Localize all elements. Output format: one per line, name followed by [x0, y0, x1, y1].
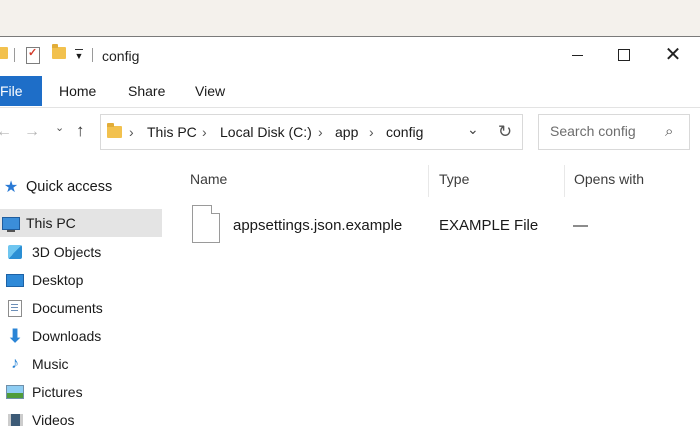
- table-row[interactable]: appsettings.json.example EXAMPLE File —: [186, 205, 696, 251]
- sidebar-item-label: Videos: [32, 412, 75, 428]
- downloads-icon: ⬇: [7, 325, 23, 346]
- sidebar-item-label: Quick access: [26, 179, 113, 195]
- file-type: EXAMPLE File: [439, 217, 539, 234]
- breadcrumb-separator[interactable]: ›: [202, 124, 207, 140]
- sidebar-item-videos[interactable]: Videos: [0, 406, 162, 431]
- properties-icon[interactable]: [26, 46, 40, 64]
- column-divider[interactable]: [428, 165, 429, 197]
- folder-icon: [107, 123, 122, 138]
- sidebar-item-label: 3D Objects: [32, 244, 102, 260]
- toolbar-separator: [92, 48, 93, 62]
- maximize-icon: [618, 49, 630, 61]
- minimize-button[interactable]: [554, 37, 600, 73]
- ribbon-tabs: File Home Share View: [0, 73, 700, 108]
- address-history-chevron-down-icon[interactable]: ⌄: [467, 121, 479, 138]
- column-header-type[interactable]: Type: [439, 171, 469, 187]
- sidebar-item-label: Documents: [32, 300, 103, 316]
- window-title: config: [102, 48, 140, 64]
- search-input[interactable]: [550, 123, 660, 139]
- minimize-icon: [571, 54, 583, 56]
- videos-icon: [6, 412, 24, 428]
- breadcrumb-separator[interactable]: ›: [129, 124, 134, 140]
- customize-toolbar-chevron-down-icon[interactable]: ▼: [74, 47, 84, 61]
- refresh-icon: ↻: [497, 122, 513, 141]
- maximize-button[interactable]: [601, 37, 647, 73]
- breadcrumb-separator[interactable]: ›: [369, 124, 374, 140]
- navigation-bar: ← → ⌄ ↑ › This PC › Local Disk (C:) › ap…: [0, 109, 700, 153]
- breadcrumb-separator[interactable]: ›: [318, 124, 323, 140]
- tab-file[interactable]: File: [0, 76, 42, 106]
- title-bar: ▼ config ✕: [0, 37, 700, 73]
- sidebar-item-music[interactable]: ♪ Music: [0, 350, 162, 378]
- column-header-opens-with[interactable]: Opens with: [574, 171, 644, 187]
- file-icon: [192, 205, 220, 243]
- toolbar-separator: [14, 48, 15, 62]
- this-pc-icon: [2, 215, 20, 232]
- file-opens-with: —: [573, 217, 588, 234]
- sidebar-item-downloads[interactable]: ⬇ Downloads: [0, 322, 162, 350]
- sidebar-item-pictures[interactable]: Pictures: [0, 378, 162, 406]
- desktop-icon: [6, 272, 24, 288]
- refresh-button[interactable]: ↻: [488, 114, 523, 150]
- quick-access-folder-icon[interactable]: [0, 47, 8, 59]
- star-icon: ★: [3, 179, 19, 196]
- close-button[interactable]: ✕: [650, 37, 696, 73]
- close-icon: ✕: [664, 44, 682, 66]
- search-box[interactable]: ⌕: [538, 114, 690, 150]
- forward-arrow-icon[interactable]: →: [24, 123, 40, 141]
- tab-home[interactable]: Home: [59, 76, 96, 106]
- 3d-objects-icon: [6, 244, 24, 260]
- sidebar-item-desktop[interactable]: Desktop: [0, 266, 162, 294]
- sidebar-item-quick-access[interactable]: ★ Quick access: [0, 173, 162, 201]
- column-divider[interactable]: [564, 165, 565, 197]
- new-folder-icon[interactable]: [52, 44, 66, 59]
- tab-share[interactable]: Share: [128, 76, 165, 106]
- search-icon[interactable]: ⌕: [665, 123, 673, 140]
- documents-icon: [6, 299, 24, 317]
- breadcrumb-config[interactable]: config: [386, 124, 423, 140]
- breadcrumb-this-pc[interactable]: This PC: [147, 124, 197, 140]
- breadcrumb-app[interactable]: app: [335, 124, 358, 140]
- music-icon: ♪: [11, 355, 19, 372]
- sidebar-item-label: Music: [32, 356, 69, 372]
- address-bar[interactable]: › This PC › Local Disk (C:) › app › conf…: [100, 114, 490, 150]
- navigation-pane: ★ Quick access This PC 3D Objects Deskto…: [0, 163, 166, 431]
- sidebar-item-this-pc[interactable]: This PC: [0, 209, 162, 237]
- file-explorer-window: ▼ config ✕ File Home Share View ← → ⌄ ↑ …: [0, 36, 700, 431]
- back-arrow-icon[interactable]: ←: [0, 123, 12, 141]
- sidebar-item-label: Downloads: [32, 328, 102, 344]
- sidebar-item-documents[interactable]: Documents: [0, 294, 162, 322]
- tab-view[interactable]: View: [195, 76, 225, 106]
- file-list: Name Type Opens with appsettings.json.ex…: [166, 163, 700, 431]
- recent-locations-chevron-down-icon[interactable]: ⌄: [55, 121, 64, 134]
- sidebar-item-label: Desktop: [32, 272, 84, 288]
- column-header-name[interactable]: Name: [190, 171, 227, 187]
- up-arrow-icon[interactable]: ↑: [76, 121, 85, 141]
- sidebar-item-3d-objects[interactable]: 3D Objects: [0, 238, 162, 266]
- pictures-icon: [6, 384, 24, 400]
- file-name: appsettings.json.example: [233, 217, 403, 234]
- sidebar-item-label: This PC: [26, 215, 76, 231]
- breadcrumb-local-disk[interactable]: Local Disk (C:): [220, 124, 312, 140]
- sidebar-item-label: Pictures: [32, 384, 83, 400]
